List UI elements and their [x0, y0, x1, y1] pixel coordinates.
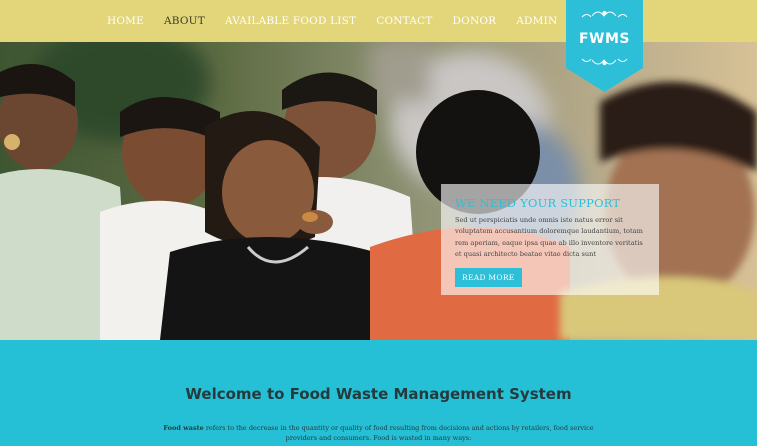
top-navbar: HOME ABOUT AVAILABLE FOOD LIST CONTACT D… [0, 0, 757, 42]
welcome-desc-bold: Food waste [163, 424, 204, 432]
logo-ribbon-shape [566, 0, 643, 92]
site-logo[interactable]: FWMS [566, 0, 643, 94]
welcome-desc-text: refers to the decrease in the quantity o… [203, 424, 594, 442]
nav-item-home[interactable]: HOME [107, 15, 144, 27]
nav-item-donor[interactable]: DONOR [453, 15, 497, 27]
support-text: Sed ut perspiciatis unde omnis iste natu… [455, 216, 643, 259]
nav-menu: HOME ABOUT AVAILABLE FOOD LIST CONTACT D… [97, 0, 567, 42]
hero-banner: WE NEED YOUR SUPPORT Sed ut perspiciatis… [0, 42, 757, 340]
nav-item-admin[interactable]: ADMIN [516, 15, 557, 27]
welcome-section: Welcome to Food Waste Management System … [0, 340, 757, 446]
nav-item-contact[interactable]: CONTACT [376, 15, 432, 27]
nav-item-available-food-list[interactable]: AVAILABLE FOOD LIST [225, 15, 356, 27]
support-callout: WE NEED YOUR SUPPORT Sed ut perspiciatis… [441, 184, 659, 295]
read-more-button[interactable]: READ MORE [455, 267, 522, 287]
welcome-description: Food waste refers to the decrease in the… [160, 423, 597, 443]
welcome-title: Welcome to Food Waste Management System [185, 385, 572, 403]
logo-text: FWMS [578, 31, 631, 47]
nav-item-about[interactable]: ABOUT [164, 15, 205, 27]
support-title: WE NEED YOUR SUPPORT [455, 196, 621, 210]
